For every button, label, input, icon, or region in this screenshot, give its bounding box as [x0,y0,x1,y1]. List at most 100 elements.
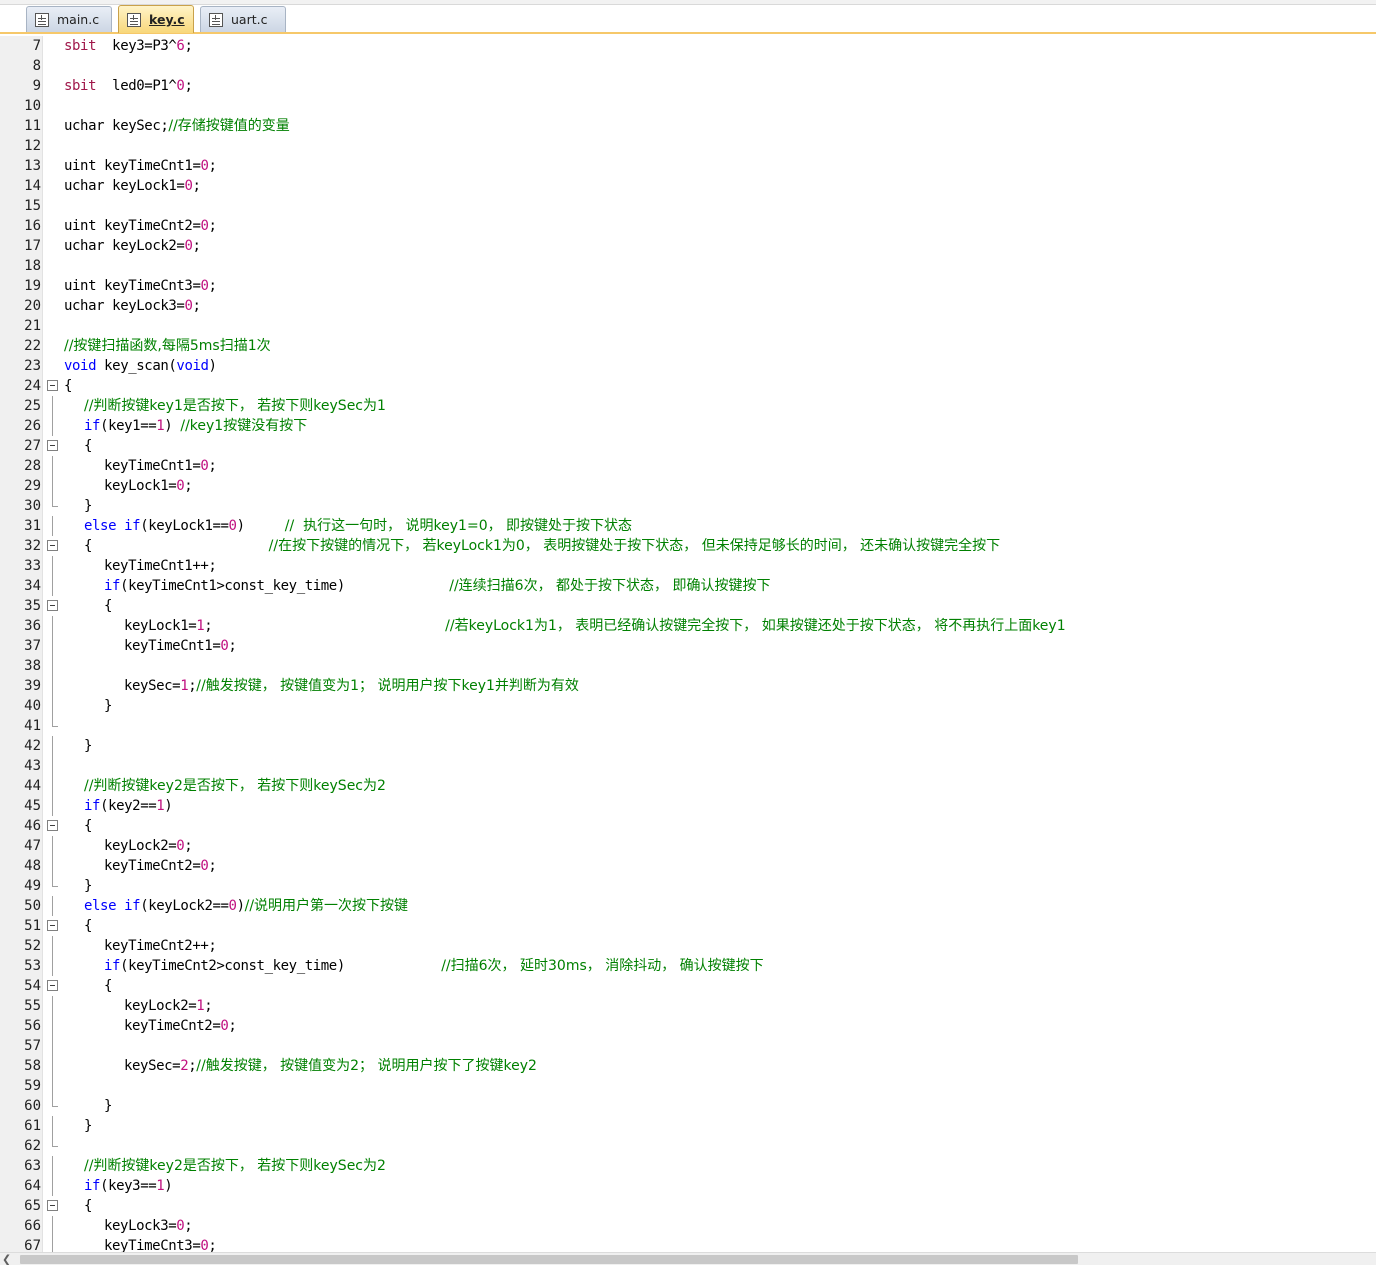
code-text: if(keyTimeCnt2>const_key_time) //扫描6次， 延… [104,956,764,976]
code-line[interactable]: 32 { //在按下按键的情况下， 若keyLock1为0， 表明按键处于按下状态… [0,536,1376,556]
code-line[interactable]: 45 if(key2==1) [0,796,1376,816]
code-token: (key3== [100,1178,157,1194]
code-line[interactable]: 48 keyTimeCnt2=0; [0,856,1376,876]
code-line[interactable]: 23 void key_scan(void) [0,356,1376,376]
code-line[interactable]: 46 { [0,816,1376,836]
code-line[interactable]: 34 if(keyTimeCnt1>const_key_time) //连续扫描6… [0,576,1376,596]
code-line[interactable]: 7 sbit key3=P3^6; [0,36,1376,56]
code-line[interactable]: 50 else if(keyLock2==0)//说明用户第一次按下按键 [0,896,1376,916]
code-line[interactable]: 64 if(key3==1) [0,1176,1376,1196]
code-comment: //说明用户第一次按下按键 [244,898,409,914]
scroll-left-icon[interactable]: ❮ [2,1253,14,1265]
code-line[interactable]: 59 [0,1076,1376,1096]
code-line[interactable]: 15 [0,196,1376,216]
code-line[interactable]: 18 [0,256,1376,276]
code-line[interactable]: 65 { [0,1196,1376,1216]
code-line[interactable]: 43 [0,756,1376,776]
code-line[interactable]: 63 //判断按键key2是否按下， 若按下则keySec为2 [0,1156,1376,1176]
code-line[interactable]: 8 [0,56,1376,76]
code-text: uint keyTimeCnt2=0; [64,216,217,236]
code-comment: //key1按键没有按下 [180,418,308,434]
code-line[interactable]: 24 { [0,376,1376,396]
code-line[interactable]: 39 keySec=1;//触发按键， 按键值变为1； 说明用户按下key1并判断… [0,676,1376,696]
code-line[interactable]: 67 keyTimeCnt3=0; [0,1236,1376,1252]
code-text: //判断按键key1是否按下， 若按下则keySec为1 [84,396,386,416]
code-line[interactable]: 22 //按键扫描函数,每隔5ms扫描1次 [0,336,1376,356]
line-number: 43 [24,758,41,774]
code-line[interactable]: 29 keyLock1=0; [0,476,1376,496]
code-text: keyTimeCnt1=0; [104,456,217,476]
code-token: { [104,598,113,614]
code-line[interactable]: 47 keyLock2=0; [0,836,1376,856]
code-keyword: void [64,358,97,374]
tab-main-c[interactable]: main.c [26,6,112,32]
code-line[interactable]: 16 uint keyTimeCnt2=0; [0,216,1376,236]
code-line[interactable]: 21 [0,316,1376,336]
code-line[interactable]: 25 //判断按键key1是否按下， 若按下则keySec为1 [0,396,1376,416]
code-line[interactable]: 17 uchar keyLock2=0; [0,236,1376,256]
code-line[interactable]: 61} [0,1116,1376,1136]
code-token: uchar keyLock1= [64,178,185,194]
code-line[interactable]: 20 uchar keyLock3=0; [0,296,1376,316]
code-line[interactable]: 28 keyTimeCnt1=0; [0,456,1376,476]
collapse-block-icon[interactable] [47,820,58,831]
collapse-block-icon[interactable] [47,600,58,611]
code-line[interactable]: 11 uchar keySec;//存储按键值的变量 [0,116,1376,136]
collapse-block-icon[interactable] [47,440,58,451]
horizontal-scrollbar-thumb[interactable] [20,1255,1078,1264]
code-line[interactable]: 10 [0,96,1376,116]
code-line[interactable]: 13 uint keyTimeCnt1=0; [0,156,1376,176]
code-line[interactable]: 37 keyTimeCnt1=0; [0,636,1376,656]
fold-guide-line [52,756,53,776]
tab-uart-c[interactable]: uart.c [200,6,286,32]
code-line[interactable]: 60} [0,1096,1376,1116]
code-line[interactable]: 56 keyTimeCnt2=0; [0,1016,1376,1036]
code-text: if(key1==1) //key1按键没有按下 [84,416,307,436]
code-line[interactable]: 31 else if(keyLock1==0) // 执行这一句时， 说明key1… [0,516,1376,536]
fold-end-marker [52,1096,58,1107]
code-line[interactable]: 35 { [0,596,1376,616]
code-line[interactable]: 53 if(keyTimeCnt2>const_key_time) //扫描6次，… [0,956,1376,976]
code-line[interactable]: 36 keyLock1=1; //若keyLock1为1， 表明已经确认按键完全按… [0,616,1376,636]
code-line[interactable]: 9 sbit led0=P1^0; [0,76,1376,96]
collapse-block-icon[interactable] [47,540,58,551]
code-line[interactable]: 54 { [0,976,1376,996]
collapse-block-icon[interactable] [47,920,58,931]
code-line[interactable]: 30} [0,496,1376,516]
code-line[interactable]: 12 [0,136,1376,156]
code-line[interactable]: 44 //判断按键key2是否按下， 若按下则keySec为2 [0,776,1376,796]
code-line[interactable]: 66 keyLock3=0; [0,1216,1376,1236]
code-text: keyLock1=0; [104,476,193,496]
collapse-block-icon[interactable] [47,980,58,991]
line-number: 32 [24,538,41,554]
line-number: 16 [24,218,41,234]
code-number: 0 [200,158,209,174]
code-line[interactable]: 49} [0,876,1376,896]
horizontal-scrollbar[interactable]: ❮ [0,1252,1376,1265]
code-line[interactable]: 27 { [0,436,1376,456]
code-line[interactable]: 62 [0,1136,1376,1156]
code-comment: //判断按键key2是否按下， 若按下则keySec为2 [84,1158,386,1174]
code-line[interactable]: 58 keySec=2;//触发按键， 按键值变为2； 说明用户按下了按键key2 [0,1056,1376,1076]
code-line[interactable]: 41 [0,716,1376,736]
collapse-block-icon[interactable] [47,1200,58,1211]
code-line[interactable]: 42} [0,736,1376,756]
code-line[interactable]: 40} [0,696,1376,716]
code-token: ; [228,1018,237,1034]
collapse-block-icon[interactable] [47,380,58,391]
code-line[interactable]: 38 [0,656,1376,676]
code-line[interactable]: 51 { [0,916,1376,936]
code-line[interactable]: 57 [0,1036,1376,1056]
code-line[interactable]: 19 uint keyTimeCnt3=0; [0,276,1376,296]
code-text-area[interactable]: 7 sbit key3=P3^6; 8 9 sbit led0=P1^0; 10 11 uch… [0,36,1376,1252]
code-line[interactable]: 55 keyLock2=1; [0,996,1376,1016]
code-line[interactable]: 33 keyTimeCnt1++; [0,556,1376,576]
code-keyword: if [84,418,101,434]
code-token: (key1== [100,418,157,434]
code-line[interactable]: 52 keyTimeCnt2++; [0,936,1376,956]
tab-key-c[interactable]: key.c [118,5,194,33]
code-line[interactable]: 26 if(key1==1) //key1按键没有按下 [0,416,1376,436]
code-line[interactable]: 14 uchar keyLock1=0; [0,176,1376,196]
code-text: keySec=2;//触发按键， 按键值变为2； 说明用户按下了按键key2 [124,1056,537,1076]
code-token: keyLock1= [104,478,177,494]
